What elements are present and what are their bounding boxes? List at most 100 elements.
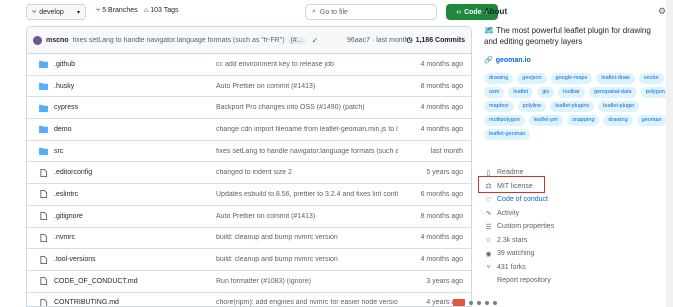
file-name[interactable]: cypress (54, 104, 78, 111)
table-row[interactable]: .tool-versions build: cleanup and bump nv… (27, 249, 471, 271)
commit-pr-badge[interactable]: (#... (287, 36, 306, 44)
file-name[interactable]: src (54, 148, 63, 155)
file-name[interactable]: CONTRIBUTING.md (54, 299, 119, 306)
tray-icon (485, 300, 489, 305)
about-item-label: Report repository (497, 277, 551, 285)
file-name[interactable]: .tool-versions (54, 256, 96, 263)
file-icon (40, 190, 48, 199)
commits-count-link[interactable]: ◷ 1,186 Commits (406, 36, 465, 45)
file-commit-time: 4 months ago (420, 234, 463, 242)
table-row[interactable]: cypress Backport Pro changes into OSS (#1… (27, 97, 471, 120)
topic-tag[interactable]: snapping (567, 115, 600, 126)
topic-tag[interactable]: leaflet-plugins (550, 101, 595, 112)
topic-tag[interactable]: leaflet-geoman (484, 129, 531, 140)
commit-message[interactable]: fixes setLang to handle navigator.langua… (73, 37, 285, 44)
file-icon (40, 168, 48, 177)
gear-icon[interactable]: ⚙ (658, 6, 666, 17)
topic-tag[interactable]: geoman (636, 115, 667, 126)
file-commit-message[interactable]: Auto Prettier on commit (#1413) (216, 213, 315, 220)
about-item[interactable]: ☰ Custom properties (484, 220, 670, 234)
tag-icon: ⌂ (144, 7, 149, 14)
file-name[interactable]: demo (54, 126, 72, 133)
file-name[interactable]: .editorconfig (54, 169, 92, 176)
topic-tag[interactable]: drawing (484, 73, 514, 84)
file-commit-message[interactable]: ci: add environment key to release job (216, 61, 334, 68)
topic-tag[interactable]: leaflet-pm (528, 115, 564, 126)
file-name[interactable]: .eslintrc (54, 191, 78, 198)
table-row[interactable]: .nvmrc build: cleanup and bump nvmrc vers… (27, 228, 471, 250)
avatar[interactable] (33, 35, 42, 45)
file-commit-message[interactable]: chore(npm): add engines and nvmrc for ea… (216, 299, 398, 306)
file-icon (40, 212, 48, 221)
topic-tag[interactable]: polyline (517, 101, 547, 112)
topic-tag[interactable]: leaflet-draw (596, 73, 635, 84)
folder-icon (39, 61, 48, 69)
about-item[interactable]: Report repository (484, 274, 670, 288)
file-commit-message[interactable]: Auto Prettier on commit (#1413) (216, 83, 315, 90)
file-commit-time: 5 years ago (426, 169, 463, 177)
table-row[interactable]: src fixes setLang to handle navigator.lan… (27, 141, 471, 163)
fork-icon: ⑂ (486, 263, 491, 271)
table-row[interactable]: .eslintrc Updates esbuild to 8.56, pretti… (27, 184, 471, 206)
table-row[interactable]: .gitignore Auto Prettier on commit (#1413… (27, 206, 471, 228)
about-item[interactable]: ⑂ 431 forks (484, 261, 670, 275)
about-item[interactable]: ☆ 2.3k stars (484, 234, 670, 248)
about-item[interactable]: ♡ Code of conduct (484, 193, 670, 207)
topic-tag[interactable]: osm (484, 87, 505, 98)
table-row[interactable]: .editorconfig changed to indent size 2 5 y… (27, 162, 471, 185)
file-name[interactable]: .github (54, 61, 75, 68)
topic-tag[interactable]: drawing (603, 115, 633, 126)
table-row[interactable]: demo change cdn import filename from leaf… (27, 119, 471, 141)
topic-tag[interactable]: leaflet-plugin (598, 101, 640, 112)
website-link[interactable]: 🔗 geoman.io (484, 56, 531, 65)
about-description: 🗺️ The most powerful leaflet plugin for … (484, 26, 651, 46)
check-icon: ✓ (311, 35, 319, 45)
file-commit-message[interactable]: Backport Pro changes into OSS (#1490) (p… (216, 104, 365, 111)
about-item[interactable]: ◉ 39 watching (484, 247, 670, 261)
about-item-label: Code of conduct (497, 196, 548, 204)
file-commit-message[interactable]: changed to indent size 2 (216, 169, 292, 176)
table-row[interactable]: CONTRIBUTING.md chore(npm): add engines a… (27, 293, 471, 306)
file-commit-time: 4 months ago (420, 60, 463, 68)
topic-tag[interactable]: leaflet (508, 87, 534, 98)
tags-link[interactable]: ⌂ 103 Tags (144, 7, 179, 14)
file-name[interactable]: .gitignore (54, 213, 83, 220)
file-name[interactable]: CODE_OF_CONDUCT.md (54, 278, 138, 285)
topic-tag[interactable]: vector (638, 73, 664, 84)
file-list: .github ci: add environment key to releas… (27, 54, 471, 306)
file-name[interactable]: .husky (54, 83, 74, 90)
scrollbar[interactable] (666, 0, 673, 307)
taskbar-fragment (453, 298, 543, 307)
table-row[interactable]: .github ci: add environment key to releas… (27, 54, 471, 76)
table-row[interactable]: CODE_OF_CONDUCT.md Run formatter (#1083) … (27, 271, 471, 293)
table-row[interactable]: .husky Auto Prettier on commit (#1413) 8 m… (27, 76, 471, 98)
file-commit-message[interactable]: build: cleanup and bump nvmrc version (216, 234, 338, 241)
commits-count-label: 1,186 Commits (415, 36, 465, 44)
commit-hash[interactable]: 96aac7 · last month (347, 37, 408, 44)
link-icon: 🔗 (484, 57, 493, 64)
file-table: mscno fixes setLang to handle navigator.… (26, 26, 472, 307)
file-commit-message[interactable]: Updates esbuild to 8.56, prettier to 3.2… (216, 191, 398, 198)
topic-tag[interactable]: geojson (517, 73, 547, 84)
file-name[interactable]: .nvmrc (54, 234, 75, 241)
topic-tag[interactable]: mapbox (484, 101, 514, 112)
topic-tag[interactable]: toolbar (558, 87, 585, 98)
topic-tag[interactable]: multipolygon (484, 115, 525, 126)
latest-commit-bar: mscno fixes setLang to handle navigator.… (27, 27, 471, 54)
topic-tag[interactable]: geospatial-data (588, 87, 637, 98)
code-icon: ‹› (456, 8, 462, 16)
commit-author[interactable]: mscno (46, 37, 69, 44)
file-commit-message[interactable]: change cdn import filename from leaflet-… (216, 126, 398, 133)
file-commit-time: 4 months ago (420, 256, 463, 264)
file-commit-time: 4 months ago (420, 104, 463, 112)
branch-select-button[interactable]: ⑂ develop ▾ (26, 4, 86, 20)
topic-tag[interactable]: google-maps (550, 73, 593, 84)
about-item[interactable]: ∿ Activity (484, 207, 670, 221)
file-commit-message[interactable]: fixes setLang to handle navigator.langua… (216, 148, 398, 155)
go-to-file-input[interactable]: ⌕ Go to file (305, 4, 437, 20)
branches-link[interactable]: ⑂ 5 Branches (96, 7, 138, 14)
topic-tag[interactable]: gis (537, 87, 555, 98)
file-commit-message[interactable]: build: cleanup and bump nvmrc version (216, 256, 338, 263)
file-commit-message[interactable]: Run formatter (#1083) (ignore) (216, 278, 311, 285)
heart-icon: ♡ (485, 196, 492, 204)
